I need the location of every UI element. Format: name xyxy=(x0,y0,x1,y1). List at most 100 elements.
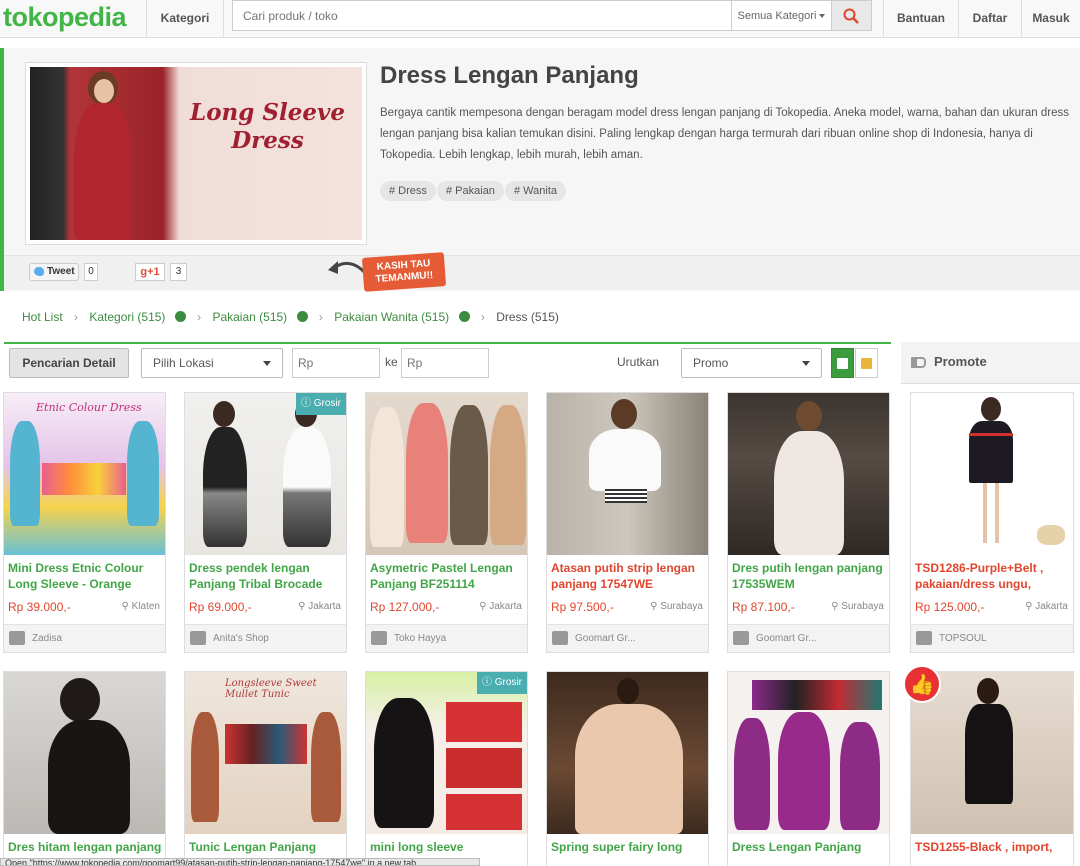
tokopedia-logo[interactable]: tokopedia xyxy=(3,2,127,33)
product-image[interactable]: ⓘ Grosir xyxy=(185,393,346,555)
shop-footer[interactable]: Goomart Gr... xyxy=(547,624,708,652)
product-card[interactable]: Etnic Colour Dress Mini Dress Etnic Colo… xyxy=(3,392,166,653)
breadcrumb-pakaian-wanita[interactable]: Pakaian Wanita (515) xyxy=(334,310,449,324)
product-location: ⚲ Jakarta xyxy=(479,601,522,612)
tag-dress[interactable]: # Dress xyxy=(380,181,436,201)
breadcrumb-current: Dress (515) xyxy=(496,310,559,324)
breadcrumb: Hot List › Kategori (515) › Pakaian (515… xyxy=(22,310,559,324)
dress-rack xyxy=(42,463,126,495)
kategori-button[interactable]: Kategori xyxy=(146,0,224,38)
product-price: Rp 125.000,- xyxy=(915,600,985,614)
view-official-store-button[interactable] xyxy=(855,348,878,378)
chevron-down-circle-icon[interactable] xyxy=(458,311,470,322)
product-image[interactable] xyxy=(728,393,889,555)
shop-footer[interactable]: TOPSOUL xyxy=(911,624,1073,652)
tag-pakaian[interactable]: # Pakaian xyxy=(437,181,504,201)
shop-name[interactable]: TOPSOUL xyxy=(939,633,987,644)
banner-text: Long Sleeve Dress xyxy=(190,99,345,154)
shop-footer[interactable]: Zadisa xyxy=(4,624,165,652)
breadcrumb-kategori[interactable]: Kategori (515) xyxy=(89,310,165,324)
product-card[interactable]: Dress Lengan Panjang xyxy=(727,671,890,866)
grosir-badge: ⓘ Grosir xyxy=(296,393,346,415)
breadcrumb-hot-list[interactable]: Hot List xyxy=(22,310,63,324)
view-gold-merchant-button[interactable] xyxy=(831,348,854,378)
model-hair xyxy=(617,678,639,704)
product-name[interactable]: Dress pendek lengan Panjang Tribal Broca… xyxy=(189,560,344,592)
shop-footer[interactable]: Toko Hayya xyxy=(366,624,527,652)
pencarian-detail-button[interactable]: Pencarian Detail xyxy=(9,348,129,378)
product-card[interactable]: Dres putih lengan panjang 17535WEM Rp 87… xyxy=(727,392,890,653)
store-icon xyxy=(861,358,872,369)
search-category-dropdown[interactable]: Semua Kategori xyxy=(732,0,832,31)
bantuan-link[interactable]: Bantuan xyxy=(883,0,958,38)
map-pin-icon: ⚲ xyxy=(831,601,842,612)
hotlist-description: Bergaya cantik mempesona dengan beragam … xyxy=(380,107,1069,161)
shop-name[interactable]: Zadisa xyxy=(32,633,62,644)
product-price: Rp 97.500,- xyxy=(551,600,614,614)
product-image[interactable] xyxy=(547,393,708,555)
product-name[interactable]: Spring super fairy long xyxy=(551,839,706,855)
promote-card[interactable]: TSD1286-Purple+Belt , pakaian/dress ungu… xyxy=(910,392,1074,653)
product-name[interactable]: Dress Lengan Panjang xyxy=(732,839,887,855)
shop-name[interactable]: Goomart Gr... xyxy=(575,633,636,644)
product-name[interactable]: Dres putih lengan panjang 17535WEM xyxy=(732,560,887,592)
tweet-button[interactable]: Tweet xyxy=(29,263,79,281)
shop-chart-icon xyxy=(190,631,206,645)
sort-select[interactable]: Promo xyxy=(681,348,822,378)
chevron-down-circle-icon[interactable] xyxy=(296,311,308,322)
product-card[interactable]: ⓘ Grosir Dress pendek lengan Panjang Tri… xyxy=(184,392,347,653)
megaphone-icon xyxy=(911,357,926,368)
product-card[interactable]: Spring super fairy long xyxy=(546,671,709,866)
leg xyxy=(995,483,999,543)
shop-name[interactable]: Toko Hayya xyxy=(394,633,446,644)
product-image[interactable] xyxy=(547,672,708,834)
chevron-down-circle-icon[interactable] xyxy=(174,311,186,322)
product-card[interactable]: ⓘ Grosir mini long sleeve xyxy=(365,671,528,866)
product-image[interactable] xyxy=(366,393,527,555)
shop-name[interactable]: Anita's Shop xyxy=(213,633,269,644)
location-select[interactable]: Pilih Lokasi xyxy=(141,348,283,378)
product-image[interactable]: Etnic Colour Dress xyxy=(4,393,165,555)
product-card[interactable]: Asymetric Pastel Lengan Panjang BF251114… xyxy=(365,392,528,653)
product-name[interactable]: Atasan putih strip lengan panjang 17547W… xyxy=(551,560,706,592)
product-card[interactable]: Dres hitam lengan panjang xyxy=(3,671,166,866)
masuk-link[interactable]: Masuk xyxy=(1021,0,1080,38)
product-figure xyxy=(575,704,683,834)
breadcrumb-pakaian[interactable]: Pakaian (515) xyxy=(212,310,287,324)
shop-footer[interactable]: Goomart Gr... xyxy=(728,624,889,652)
price-max-input[interactable] xyxy=(401,348,489,378)
map-pin-icon: ⚲ xyxy=(479,601,490,612)
daftar-link[interactable]: Daftar xyxy=(958,0,1021,38)
product-name[interactable]: TSD1255-Black , import, xyxy=(915,839,1070,855)
product-name[interactable]: Tunic Lengan Panjang xyxy=(189,839,344,855)
shop-footer[interactable]: Anita's Shop xyxy=(185,624,346,652)
product-card[interactable]: Atasan putih strip lengan panjang 17547W… xyxy=(546,392,709,653)
price-min-input[interactable] xyxy=(292,348,380,378)
product-image[interactable] xyxy=(911,393,1073,555)
location-select-label: Pilih Lokasi xyxy=(153,356,214,370)
product-name[interactable]: mini long sleeve xyxy=(370,839,525,855)
product-figure xyxy=(734,718,770,830)
product-figure xyxy=(490,405,526,545)
search-input[interactable] xyxy=(232,0,732,31)
product-image[interactable]: Longsleeve Sweet Mullet Tunic xyxy=(185,672,346,834)
product-name[interactable]: TSD1286-Purple+Belt , pakaian/dress ungu… xyxy=(915,560,1070,592)
thumbs-up-icon[interactable]: 👍 xyxy=(903,665,941,703)
product-name[interactable]: Dres hitam lengan panjang xyxy=(8,839,163,855)
product-name[interactable]: Asymetric Pastel Lengan Panjang BF251114 xyxy=(370,560,525,592)
promote-card[interactable]: TSD1255-Black , import, xyxy=(910,671,1074,866)
product-card[interactable]: Longsleeve Sweet Mullet Tunic Tunic Lenga… xyxy=(184,671,347,866)
tag-wanita[interactable]: # Wanita xyxy=(505,181,567,201)
product-image[interactable] xyxy=(4,672,165,834)
product-image[interactable]: ⓘ Grosir xyxy=(366,672,527,834)
caret-down-icon xyxy=(802,361,810,366)
product-image[interactable] xyxy=(728,672,889,834)
shop-name[interactable]: Goomart Gr... xyxy=(756,633,817,644)
gplus-button[interactable]: g+1 xyxy=(135,263,165,281)
share-callout: KASIH TAU TEMANMU!! xyxy=(361,252,447,292)
product-figure xyxy=(450,405,488,545)
product-figure xyxy=(840,722,880,830)
product-name[interactable]: Mini Dress Etnic Colour Long Sleeve - Or… xyxy=(8,560,163,592)
model-hair xyxy=(981,397,1001,421)
search-button[interactable] xyxy=(832,0,872,31)
